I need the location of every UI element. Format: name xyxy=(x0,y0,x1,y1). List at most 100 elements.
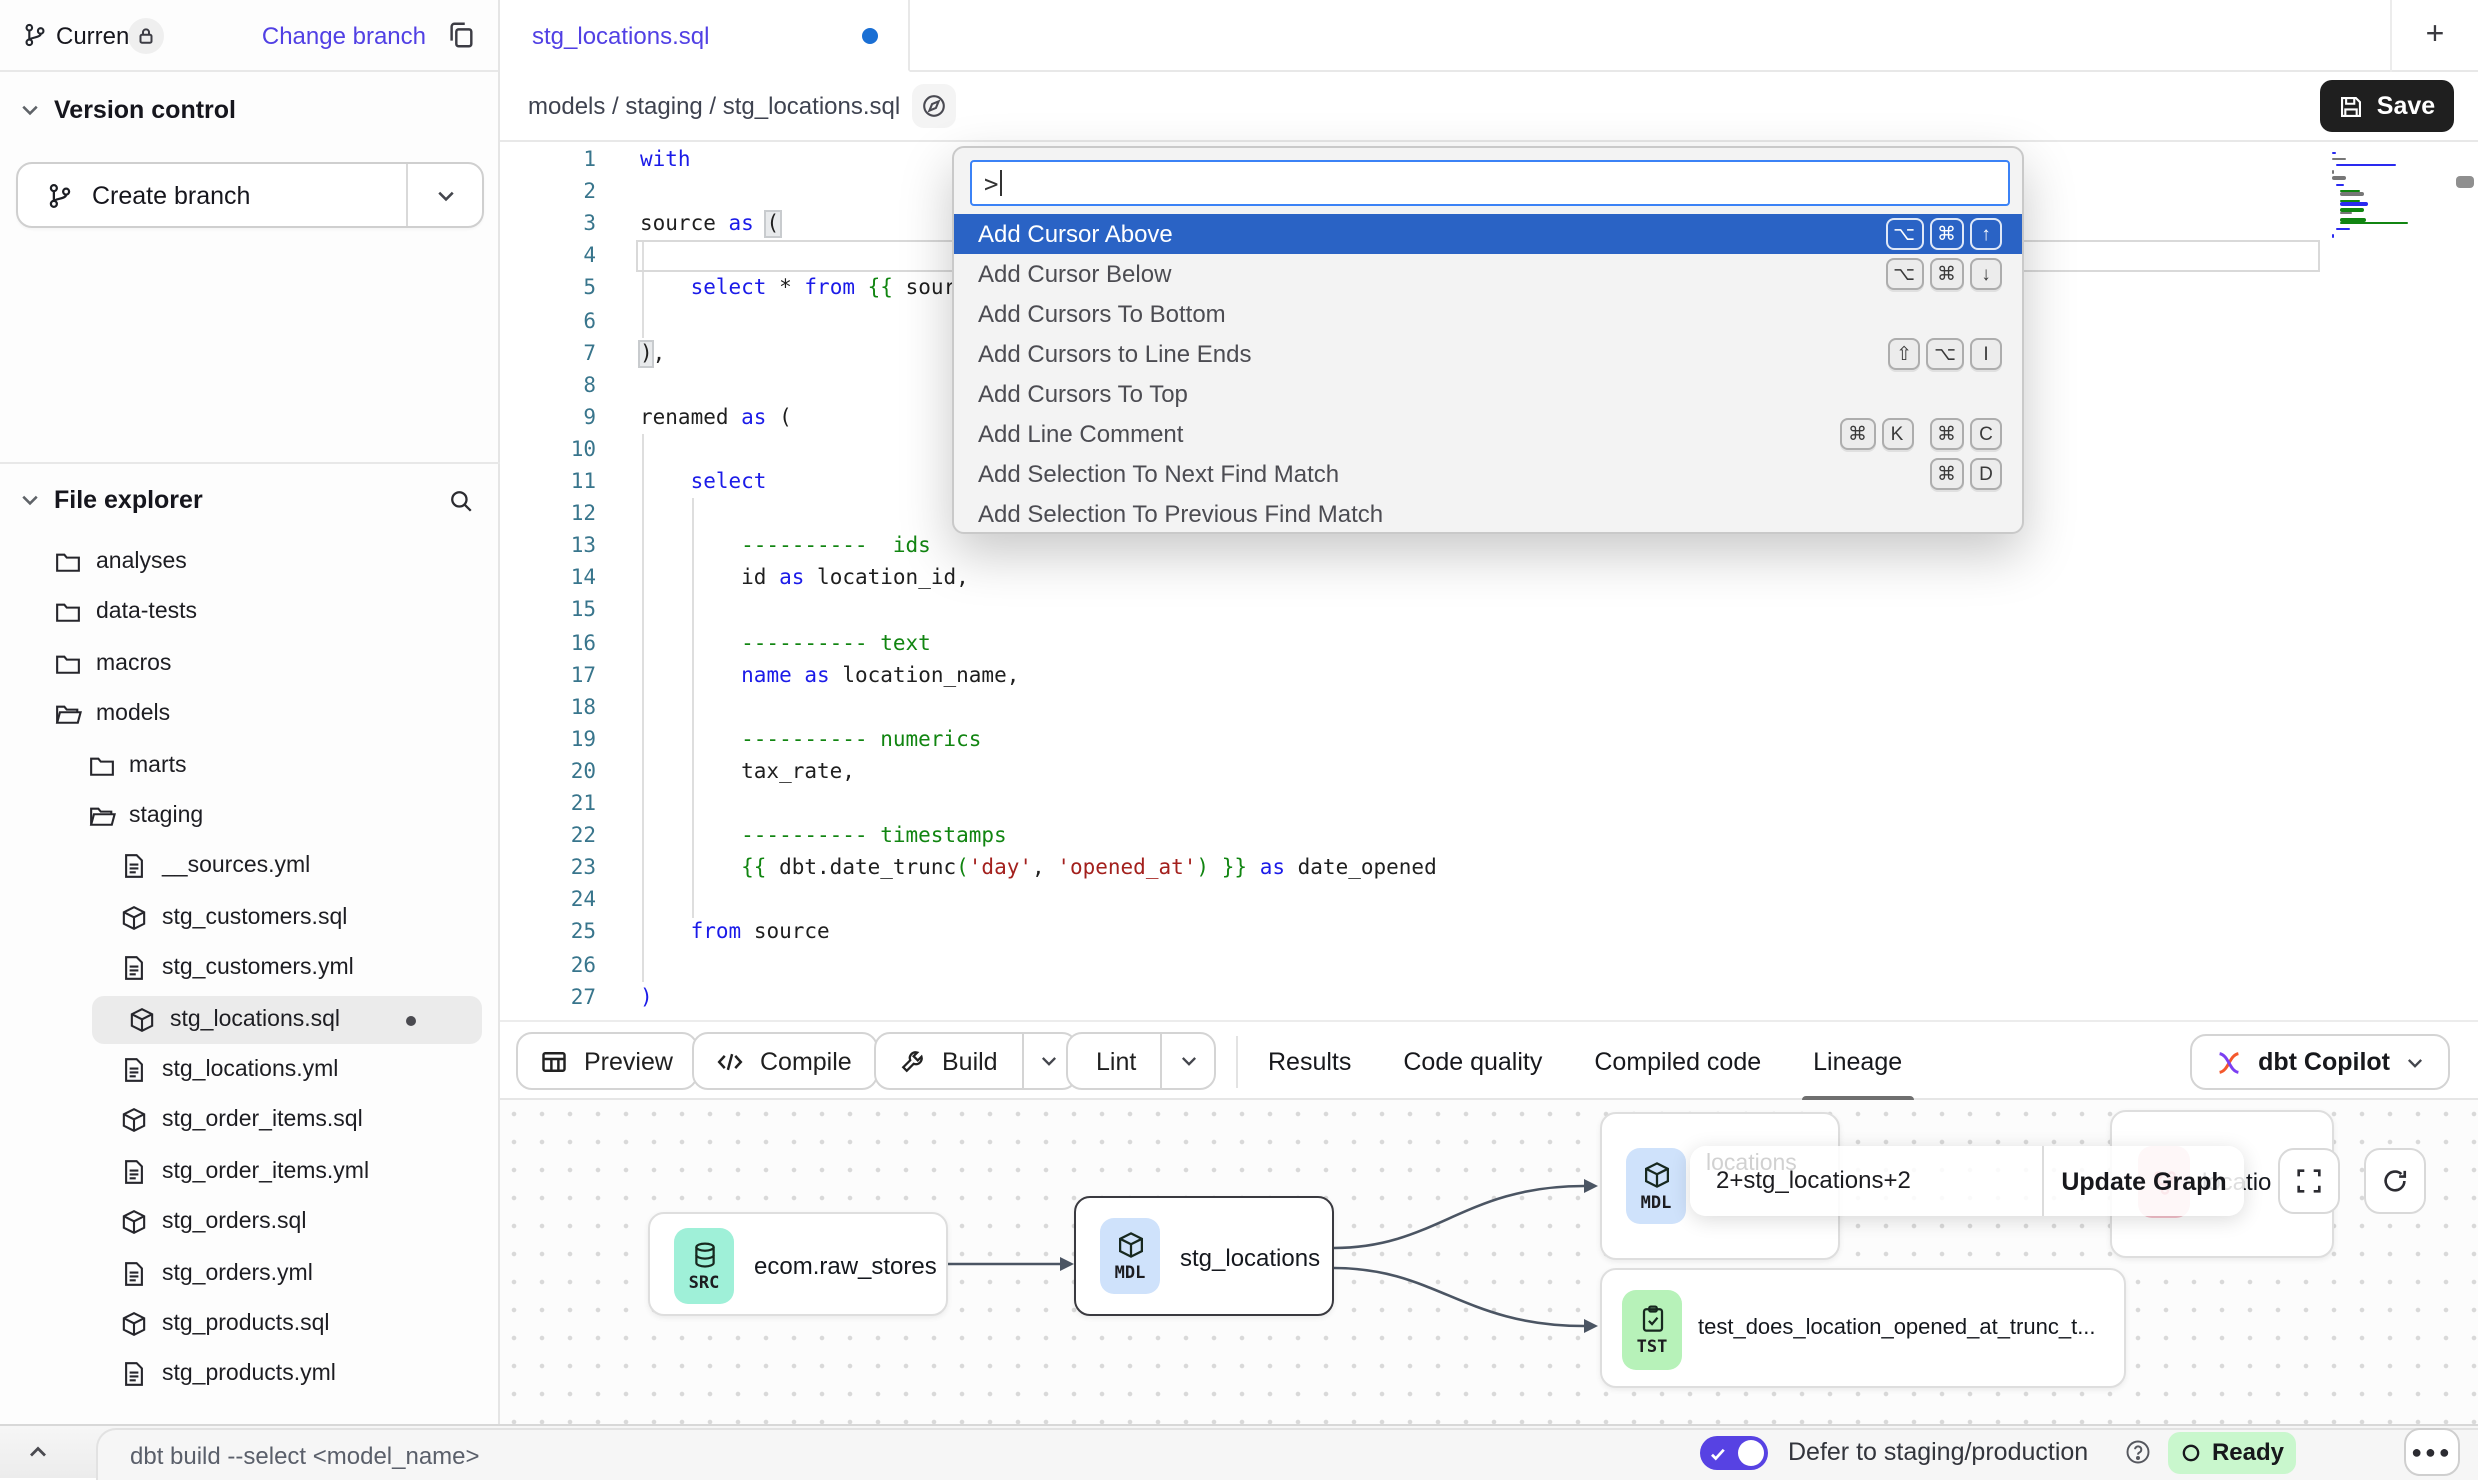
chevron-down-icon xyxy=(2404,1051,2426,1073)
version-control-header[interactable]: Version control xyxy=(0,90,498,130)
ready-status-button[interactable]: Ready xyxy=(2168,1431,2296,1473)
file-tree-item-stg-order-items-sql[interactable]: stg_order_items.sql xyxy=(112,1097,482,1145)
fullscreen-button[interactable] xyxy=(2278,1148,2340,1214)
file-tree-item-models[interactable]: models xyxy=(46,690,482,738)
folderOpen-icon xyxy=(87,802,115,830)
preview-button[interactable]: Preview xyxy=(516,1032,699,1090)
file-tree-item-stg-customers-yml[interactable]: stg_customers.yml xyxy=(112,944,482,992)
build-button[interactable]: Build xyxy=(874,1032,1078,1090)
cube-icon xyxy=(120,1208,148,1236)
file-tree-item-stg-products-yml[interactable]: stg_products.yml xyxy=(112,1351,482,1399)
panel-tab-code-quality[interactable]: Code quality xyxy=(1403,1022,1542,1102)
version-control-title: Version control xyxy=(54,96,236,124)
code-line: ---------- timestamps xyxy=(640,820,1007,852)
command-placeholder: dbt build --select <model_name> xyxy=(130,1442,480,1470)
source-node-icon: SRC xyxy=(674,1228,734,1304)
command-palette-item-add-line-comment[interactable]: Add Line Comment⌘K⌘C xyxy=(954,414,2022,454)
file-tree-item-marts[interactable]: marts xyxy=(79,741,482,789)
lineage-search-input[interactable]: 2+stg_locations+2 xyxy=(1716,1166,1911,1194)
lineage-search-panel: locations 2+stg_locations+2 Update Graph xyxy=(1690,1146,2244,1216)
compile-label: Compile xyxy=(760,1047,852,1075)
cube-icon xyxy=(1115,1229,1145,1259)
save-button[interactable]: Save xyxy=(2320,80,2454,132)
file-tree-item-analyses[interactable]: analyses xyxy=(46,538,482,586)
file-name: stg_locations.sql xyxy=(170,1007,340,1031)
file-name: macros xyxy=(96,652,171,676)
overflow-menu-button[interactable]: ●●● xyxy=(2404,1428,2460,1476)
shortcut-key: ⌘ xyxy=(1929,458,1964,490)
shortcut-key: ⌘ xyxy=(1929,418,1964,450)
search-icon[interactable] xyxy=(448,487,474,513)
tab-stg-locations-sql[interactable]: stg_locations.sql xyxy=(500,0,910,72)
check-icon xyxy=(1708,1443,1728,1463)
change-branch-link[interactable]: Change branch xyxy=(262,22,426,50)
scrollbar-thumb[interactable] xyxy=(2456,176,2474,188)
line-number: 26 xyxy=(500,949,596,981)
cube-icon xyxy=(128,1005,156,1033)
compass-button[interactable] xyxy=(912,84,956,128)
compile-button[interactable]: Compile xyxy=(692,1032,878,1090)
minimap-line xyxy=(2332,177,2347,180)
shortcut-key: ⌘ xyxy=(1929,218,1964,250)
chevron-up-icon[interactable] xyxy=(24,1438,52,1466)
shortcut-keys: ⇧⌥I xyxy=(1872,338,2002,370)
file-tree-item--sources-yml[interactable]: __sources.yml xyxy=(112,843,482,891)
panel-tab-lineage[interactable]: Lineage xyxy=(1813,1022,1902,1102)
modified-dot-indicator xyxy=(406,1015,416,1025)
file-tree-item-stg-orders-yml[interactable]: stg_orders.yml xyxy=(112,1249,482,1297)
file-tree-item-stg-products-sql[interactable]: stg_products.sql xyxy=(112,1300,482,1348)
lineage-node-test[interactable]: TST test_does_location_opened_at_trunc_t… xyxy=(1600,1268,2126,1388)
help-icon[interactable] xyxy=(2124,1438,2152,1466)
lineage-node-source[interactable]: SRC ecom.raw_stores xyxy=(648,1212,948,1316)
command-palette-input-value: > xyxy=(984,169,998,197)
command-palette-input[interactable]: > xyxy=(970,160,2010,206)
file-tree-item-data-tests[interactable]: data-tests xyxy=(46,589,482,637)
update-graph-button[interactable]: Update Graph xyxy=(2044,1146,2244,1216)
file-icon xyxy=(120,954,148,982)
shortcut-key: ⌘ xyxy=(1840,418,1875,450)
command-bar[interactable]: dbt build --select <model_name> xyxy=(96,1428,2478,1480)
create-branch-button[interactable]: Create branch xyxy=(16,162,484,228)
shortcut-key: I xyxy=(1970,338,2002,370)
file-tree-item-macros[interactable]: macros xyxy=(46,640,482,688)
command-palette-item-add-selection-to-next-find-match[interactable]: Add Selection To Next Find Match⌘D xyxy=(954,454,2022,494)
command-palette: > Add Cursor Above⌥⌘↑Add Cursor Below⌥⌘↓… xyxy=(952,146,2024,534)
command-palette-item-add-cursors-to-top[interactable]: Add Cursors To Top xyxy=(954,374,2022,414)
line-number: 3 xyxy=(500,208,596,240)
fullscreen-icon xyxy=(2294,1166,2324,1196)
file-tree-item-stg-locations-yml[interactable]: stg_locations.yml xyxy=(112,1046,482,1094)
panel-tab-results[interactable]: Results xyxy=(1268,1022,1351,1102)
command-palette-item-add-cursors-to-bottom[interactable]: Add Cursors To Bottom xyxy=(954,294,2022,334)
command-palette-item-add-cursor-below[interactable]: Add Cursor Below⌥⌘↓ xyxy=(954,254,2022,294)
toggle-knob xyxy=(1738,1440,1764,1466)
lineage-node-stg-locations[interactable]: MDL stg_locations xyxy=(1074,1196,1334,1316)
current-branch-label: Current xyxy=(56,22,136,50)
lint-dropdown[interactable] xyxy=(1160,1034,1214,1088)
lineage-canvas[interactable]: SRC ecom.raw_stores MDL stg_locations MD… xyxy=(500,1100,2478,1424)
node-label: test_does_location_opened_at_trunc_t... xyxy=(1698,1316,2096,1340)
dbt-copilot-button[interactable]: dbt Copilot xyxy=(2190,1034,2450,1090)
chevron-down-icon xyxy=(433,183,457,207)
panel-tab-compiled-code[interactable]: Compiled code xyxy=(1594,1022,1761,1102)
dbt-copilot-label: dbt Copilot xyxy=(2258,1048,2390,1076)
create-branch-dropdown[interactable] xyxy=(406,164,482,226)
new-tab-button[interactable]: + xyxy=(2390,0,2478,72)
file-tree-item-stg-orders-sql[interactable]: stg_orders.sql xyxy=(112,1198,482,1246)
folder-icon xyxy=(54,548,82,576)
file-tree-item-stg-order-items-yml[interactable]: stg_order_items.yml xyxy=(112,1148,482,1196)
copy-icon[interactable] xyxy=(446,20,476,50)
chevron-down-icon xyxy=(1177,1050,1199,1072)
refresh-button[interactable] xyxy=(2364,1148,2426,1214)
file-explorer-header[interactable]: File explorer xyxy=(0,480,498,520)
command-palette-item-add-cursors-to-line-ends[interactable]: Add Cursors to Line Ends⇧⌥I xyxy=(954,334,2022,374)
command-palette-item-add-cursor-above[interactable]: Add Cursor Above⌥⌘↑ xyxy=(954,214,2022,254)
file-name: staging xyxy=(129,804,203,828)
lint-button[interactable]: Lint xyxy=(1066,1032,1216,1090)
command-palette-list: Add Cursor Above⌥⌘↑Add Cursor Below⌥⌘↓Ad… xyxy=(954,214,2022,534)
defer-toggle[interactable] xyxy=(1700,1436,1768,1470)
line-number: 22 xyxy=(500,820,596,852)
file-tree-item-stg-customers-sql[interactable]: stg_customers.sql xyxy=(112,894,482,942)
file-tree-item-staging[interactable]: staging xyxy=(79,792,482,840)
command-palette-item-add-selection-to-previous-find-match[interactable]: Add Selection To Previous Find Match xyxy=(954,494,2022,534)
file-tree-item-stg-locations-sql[interactable]: stg_locations.sql xyxy=(92,995,482,1043)
